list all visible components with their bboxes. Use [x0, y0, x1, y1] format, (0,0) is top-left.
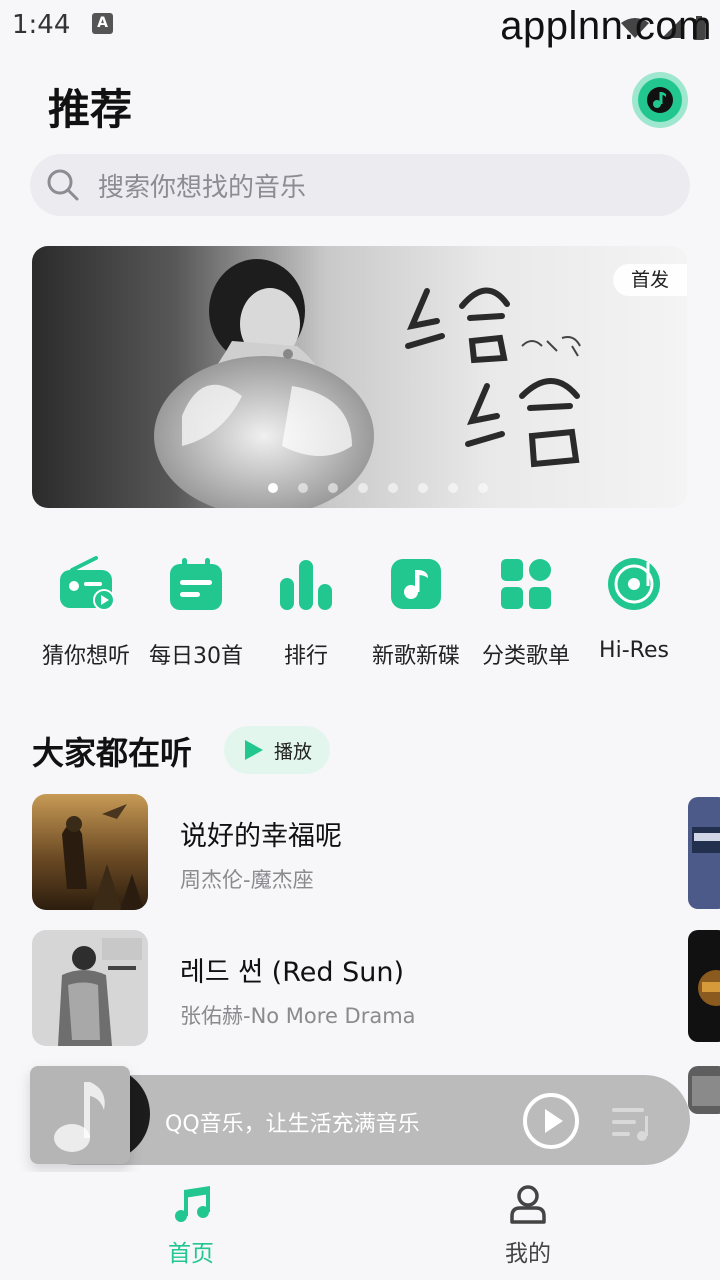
mini-player-cover[interactable]	[30, 1066, 130, 1164]
entry-guess-you-like[interactable]: 猜你想听	[30, 556, 142, 669]
pagination-dot	[478, 483, 488, 493]
banner-artwork	[154, 259, 581, 508]
play-all-label: 播放	[274, 740, 313, 763]
play-button[interactable]	[522, 1092, 580, 1150]
person-icon	[510, 1185, 546, 1224]
music-profile-button[interactable]	[632, 72, 688, 128]
play-all-button[interactable]: 播放	[224, 726, 330, 774]
music-note-icon	[54, 1082, 105, 1152]
music-note-icon	[638, 78, 682, 122]
entry-daily-30[interactable]: 每日30首	[140, 556, 252, 669]
song-row[interactable]: 说好的幸福呢 周杰伦-魔杰座	[32, 794, 672, 910]
pagination-dot	[418, 483, 428, 493]
song-subtitle: 张佑赫-No More Drama	[180, 1004, 416, 1028]
section-title: 大家都在听	[32, 734, 193, 772]
nav-home[interactable]: 首页	[121, 1184, 261, 1274]
album-cover	[32, 930, 148, 1046]
pagination-dot	[328, 483, 338, 493]
next-column-cover[interactable]	[688, 1066, 720, 1114]
mini-player-text: QQ音乐，让生活充满音乐	[165, 1112, 420, 1137]
nav-mine[interactable]: 我的	[458, 1184, 598, 1274]
song-row[interactable]: 레드 썬 (Red Sun) 张佑赫-No More Drama	[32, 930, 672, 1046]
radio-icon	[60, 556, 114, 611]
next-column-cover[interactable]	[688, 930, 720, 1042]
pagination-dot	[298, 483, 308, 493]
search-bar[interactable]: 搜索你想找的音乐	[30, 154, 690, 216]
page-title: 推荐	[48, 85, 133, 134]
entry-categories[interactable]: 分类歌单	[470, 556, 582, 669]
music-notes-icon	[175, 1186, 210, 1222]
bottom-nav: 首页 我的	[0, 1172, 720, 1280]
entry-label: Hi-Res	[599, 638, 669, 663]
song-subtitle: 周杰伦-魔杰座	[180, 868, 314, 892]
pagination-dot	[358, 483, 368, 493]
pagination-dot	[448, 483, 458, 493]
vinyl-icon	[608, 558, 660, 610]
nav-label: 我的	[505, 1241, 551, 1267]
song-title: 说好的幸福呢	[180, 821, 342, 852]
app-screen: 1:44 A applnn.com 推荐 搜索你想找的音乐 首发 猜你想听 每日…	[0, 0, 720, 1280]
playlist-icon[interactable]	[610, 1100, 654, 1144]
next-column-cover[interactable]	[688, 797, 720, 909]
entry-new-releases[interactable]: 新歌新碟	[360, 556, 472, 669]
watermark-text: applnn.com	[500, 4, 712, 48]
entry-hi-res[interactable]: Hi-Res	[578, 556, 690, 666]
quick-entries: 猜你想听 每日30首 排行 新歌新碟 分类歌单 Hi-Res	[30, 556, 690, 676]
search-icon	[47, 169, 79, 201]
entry-charts[interactable]: 排行	[250, 556, 362, 669]
chart-bars-icon	[280, 560, 332, 610]
calendar-icon	[170, 558, 222, 610]
status-time: 1:44	[12, 10, 71, 40]
keyboard-status-icon: A	[92, 13, 113, 34]
status-bar: 1:44 A applnn.com	[0, 0, 720, 52]
promo-banner[interactable]: 首发	[32, 246, 687, 508]
grid-icon	[501, 559, 551, 609]
pagination-dot	[268, 483, 278, 493]
music-note-icon	[391, 559, 441, 609]
pagination-dot	[388, 483, 398, 493]
song-title: 레드 썬 (Red Sun)	[180, 957, 404, 988]
search-placeholder: 搜索你想找的音乐	[98, 172, 307, 203]
nav-label: 首页	[168, 1241, 214, 1267]
banner-pagination	[268, 483, 488, 493]
play-icon	[245, 740, 263, 760]
album-cover	[32, 794, 148, 910]
banner-badge: 首发	[613, 264, 687, 296]
